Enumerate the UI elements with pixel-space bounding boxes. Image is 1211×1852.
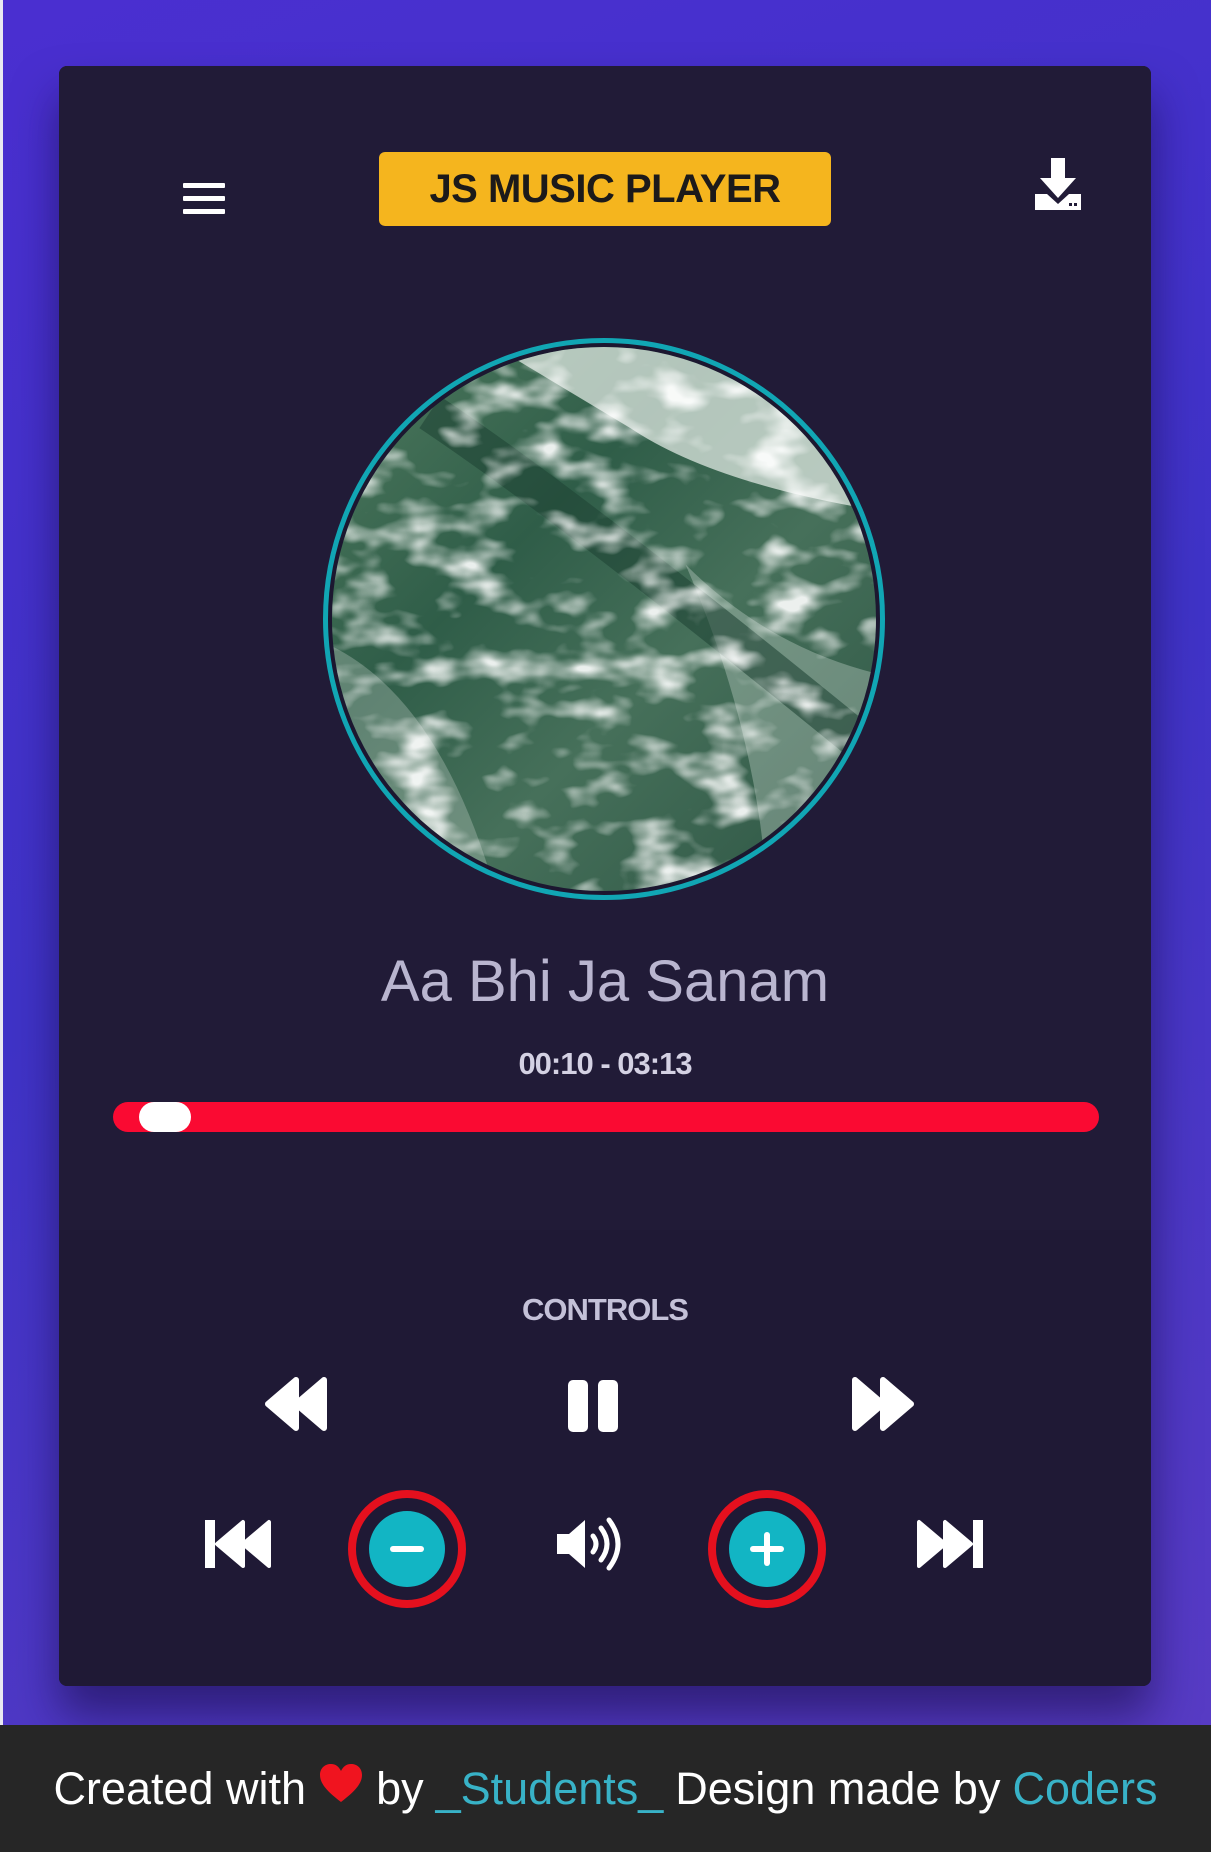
download-button[interactable] [1027, 154, 1091, 218]
fast-forward-button[interactable] [849, 1374, 915, 1434]
album-art-frame [323, 338, 885, 900]
skip-next-button[interactable] [915, 1518, 985, 1570]
controls-label: CONTROLS [522, 1292, 689, 1327]
designer-link[interactable]: Coders [1012, 1763, 1157, 1815]
skip-next-icon [917, 1520, 983, 1568]
volume-up-button[interactable] [729, 1511, 805, 1587]
footer-by: by [376, 1762, 424, 1814]
plus-icon [750, 1532, 784, 1566]
heart-icon [318, 1762, 364, 1815]
fast-forward-icon [852, 1377, 914, 1431]
pause-icon [568, 1380, 618, 1432]
footer: Created with by _Students_ Design made b… [0, 1725, 1211, 1852]
skip-previous-icon [205, 1520, 271, 1568]
app-title: JS MUSIC PLAYER [379, 152, 831, 226]
song-title: Aa Bhi Ja Sanam [380, 949, 830, 1014]
volume-down-button[interactable] [369, 1511, 445, 1587]
download-icon [1035, 158, 1081, 210]
progress-bar[interactable] [113, 1102, 1099, 1132]
rewind-button[interactable] [264, 1374, 330, 1434]
minus-icon [390, 1546, 424, 1552]
footer-design-made-by: Design made by [675, 1762, 1001, 1814]
time-display: 00:10 - 03:13 [518, 1046, 692, 1081]
player-card: JS MUSIC PLAYER Aa Bhi Ja Sanam 00:10 - … [59, 66, 1151, 1686]
album-art [332, 347, 876, 891]
hamburger-icon-line [183, 183, 225, 188]
hamburger-icon-line [183, 196, 225, 201]
menu-button[interactable] [169, 168, 233, 232]
footer-created-with: Created with [53, 1762, 307, 1814]
left-edge-border [0, 0, 3, 1725]
author-link[interactable]: _Students_ [436, 1763, 664, 1815]
pause-button[interactable] [564, 1378, 624, 1434]
progress-thumb[interactable] [139, 1102, 191, 1132]
volume-button[interactable] [553, 1514, 633, 1574]
rewind-icon [265, 1377, 327, 1431]
skip-previous-button[interactable] [203, 1518, 273, 1570]
hamburger-icon-line [183, 209, 225, 214]
volume-icon [557, 1517, 621, 1571]
